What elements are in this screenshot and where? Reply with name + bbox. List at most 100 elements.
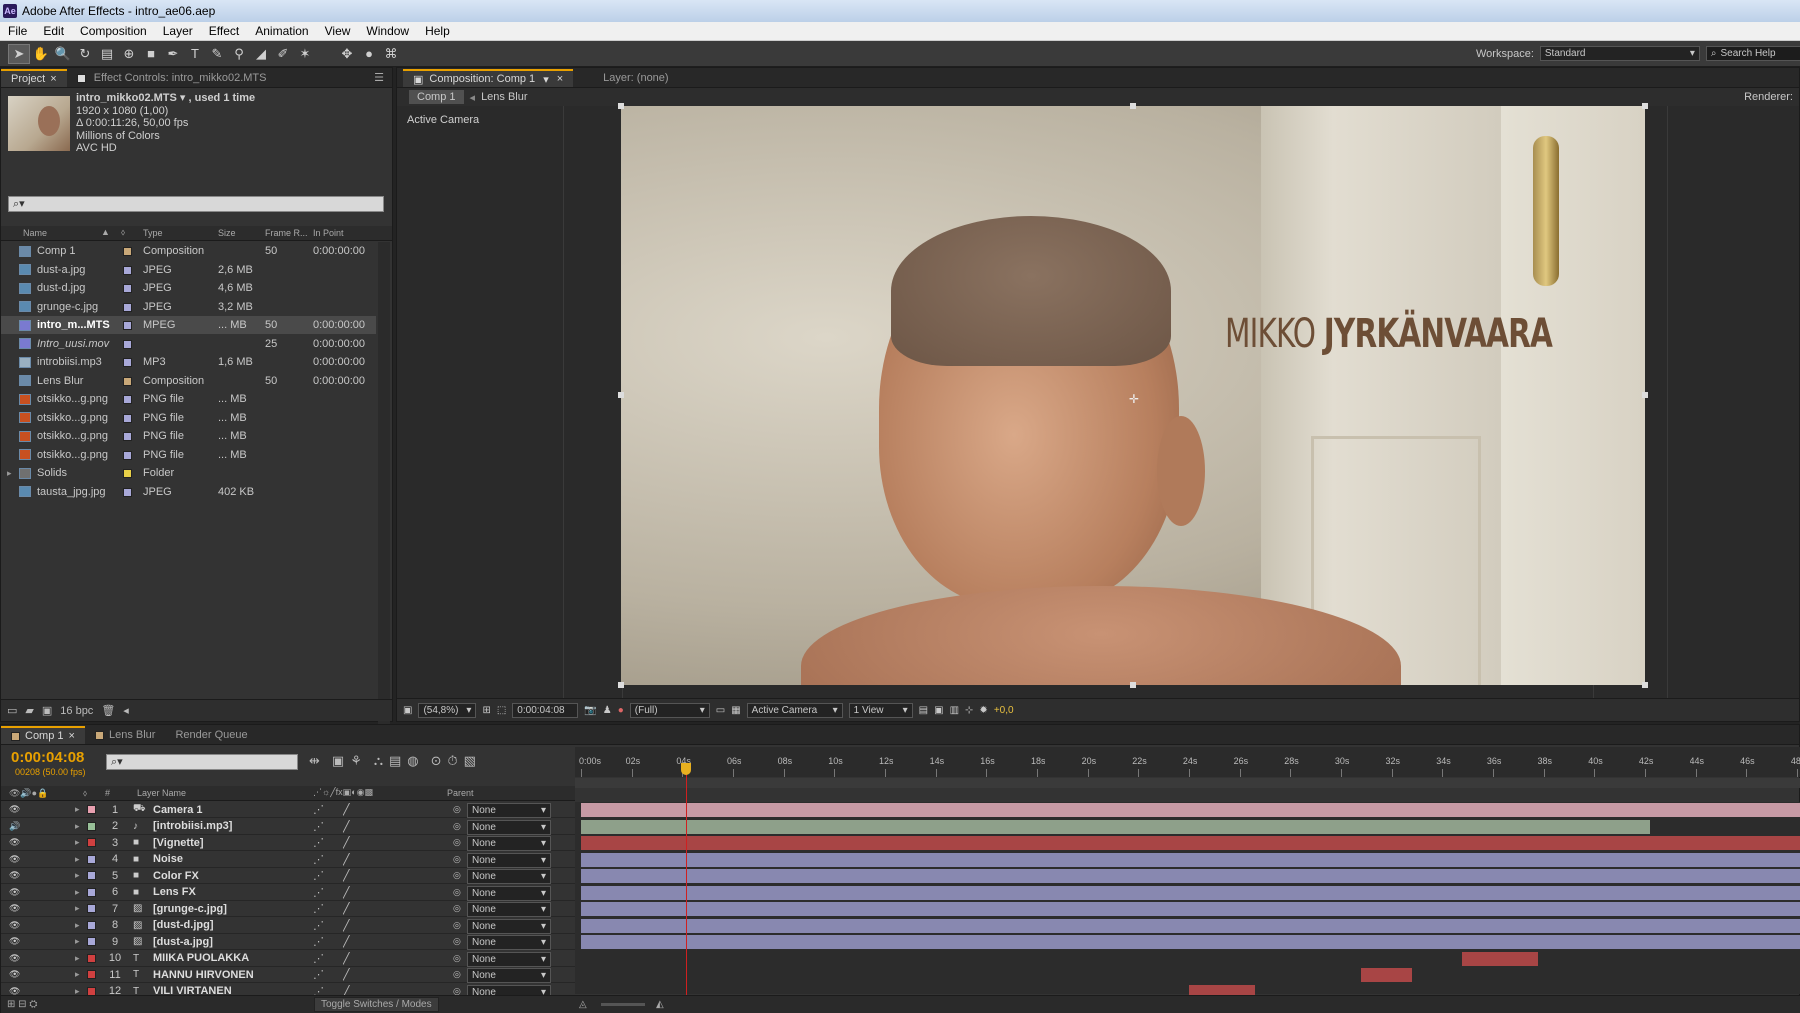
project-item[interactable]: grunge-c.jpg JPEG 3,2 MB [1,298,376,316]
flowchart-icon[interactable]: ⊹ [965,705,973,716]
breadcrumb-comp1[interactable]: Comp 1 [409,90,464,104]
new-comp-icon[interactable]: ▣ [42,704,52,717]
handle-br[interactable] [1642,682,1648,688]
layer-row[interactable]: 👁 ▸ 7 ▨ [grunge-c.jpg] ⋰ ╱ ◎ None ▾ [1,901,575,917]
project-item[interactable]: Lens Blur Composition 50 0:00:00:00 [1,372,376,390]
shy-switch-icon[interactable]: ⋰ [313,935,324,948]
layer-name[interactable]: [dust-a.jpg] [153,936,213,948]
col-in-point[interactable]: In Point [313,228,344,238]
interpret-footage-icon[interactable]: ▭ [7,704,17,717]
parent-select[interactable]: None ▾ [467,852,551,868]
layer-label-swatch[interactable] [87,937,96,946]
layer-name[interactable]: [grunge-c.jpg] [153,903,227,915]
project-item[interactable]: Intro_uusi.mov 25 0:00:00:00 [1,335,376,353]
region-of-interest-icon[interactable]: ▭ [716,705,725,716]
show-snapshot-icon[interactable]: ♟ [603,705,612,716]
pick-whip-icon[interactable]: ◎ [453,903,461,914]
label-swatch[interactable] [123,339,132,349]
pan-behind-tool-icon[interactable]: ⊕ [118,44,140,64]
layer-label-swatch[interactable] [87,953,96,963]
label-swatch[interactable] [123,450,132,460]
audio-toggle-icon[interactable]: 🔊 [9,821,20,832]
scroll-left-icon[interactable]: ◂ [123,704,129,717]
project-scrollbar[interactable] [378,242,390,762]
search-help-input[interactable]: ⌕ Search Help [1705,46,1800,61]
bpc-label[interactable]: 16 bpc [60,705,93,717]
label-swatch[interactable] [123,358,132,367]
layer-duration-bar[interactable] [581,869,1800,883]
quality-switch-icon[interactable]: ╱ [343,853,350,866]
pick-whip-icon[interactable]: ◎ [453,821,461,832]
lock-icon[interactable]: ▣ [413,73,423,86]
layer-name[interactable]: MIIKA PUOLAKKA [153,952,249,964]
handle-ml[interactable] [618,392,624,398]
project-item[interactable]: otsikko...g.png PNG file ... MB [1,390,376,408]
selection-tool-icon[interactable]: ➤ [8,43,30,64]
menu-view[interactable]: View [317,24,359,38]
exposure-value[interactable]: +0,0 [994,705,1014,716]
parent-select[interactable]: None ▾ [467,803,551,818]
puppet-tool-icon[interactable]: ✶ [294,44,316,64]
shy-switch-icon[interactable]: ⋰ [313,968,324,981]
camera-tool-icon[interactable]: ▤ [96,44,118,64]
col-parent[interactable]: Parent [447,788,474,798]
layer-name[interactable]: [introbiisi.mp3] [153,820,232,832]
col-name[interactable]: Name [23,228,47,238]
layer-name[interactable]: HANNU HIRVONEN [153,969,254,981]
axis-mode-icon[interactable]: ✥ [336,44,358,64]
handle-tl[interactable] [618,103,624,109]
resolution-select[interactable]: (Full) ▾ [629,702,710,718]
visibility-eye-icon[interactable]: 👁 [9,903,20,914]
view-layout-select[interactable]: 1 View ▾ [848,702,913,718]
quality-switch-icon[interactable]: ╱ [343,836,350,849]
project-item[interactable]: tausta_jpg.jpg JPEG 402 KB [1,483,376,501]
draft-3d-icon[interactable]: ▣ [332,753,344,769]
quality-switch-icon[interactable]: ╱ [343,935,350,948]
hand-tool-icon[interactable]: ✋ [30,44,52,64]
expand-triangle-icon[interactable]: ▸ [75,837,80,848]
zoom-out-icon[interactable]: ◬ [579,999,587,1010]
layer-name[interactable]: [Vignette] [153,837,204,849]
label-swatch[interactable] [123,302,132,312]
layer-row[interactable]: 👁 ▸ 10 T MIIKA PUOLAKKA ⋰ ╱ ◎ None ▾ [1,951,575,967]
pick-whip-icon[interactable]: ◎ [453,936,461,947]
quality-switch-icon[interactable]: ╱ [343,886,350,899]
layer-duration-bar[interactable] [581,935,1800,949]
clone-stamp-tool-icon[interactable]: ⚲ [228,44,250,64]
menu-file[interactable]: File [0,24,35,38]
exposure-reset-icon[interactable]: ✹ [979,705,987,716]
label-swatch[interactable] [123,321,132,330]
work-area-bar[interactable] [575,778,1800,788]
frame-blending-icon[interactable]: ⛬ [374,753,383,769]
col-size[interactable]: Size [218,228,236,238]
menu-help[interactable]: Help [417,24,458,38]
parent-select[interactable]: None ▾ [467,869,551,884]
roto-brush-tool-icon[interactable]: ✐ [272,44,294,64]
visibility-eye-icon[interactable]: 👁 [9,953,20,964]
tab-lens-blur[interactable]: Lens Blur [85,726,165,744]
layer-duration-bar[interactable] [581,852,1800,867]
tab-composition[interactable]: ▣ Composition: Comp 1 ▾ × [403,69,574,87]
pick-whip-icon[interactable]: ◎ [453,887,461,898]
close-icon[interactable]: × [69,730,75,742]
quality-switch-icon[interactable]: ╱ [343,869,350,882]
zoom-in-icon[interactable]: ◭ [656,999,664,1010]
rectangle-tool-icon[interactable]: ■ [140,44,162,64]
project-item[interactable]: introbiisi.mp3 MP3 1,6 MB 0:00:00:00 [1,353,376,371]
zoom-tool-icon[interactable]: 🔍 [52,44,74,64]
project-item[interactable]: ▸ Solids Folder [1,464,376,482]
auto-keyframe-icon[interactable]: ⏱ [448,753,458,769]
timeline-icon[interactable]: ▥ [950,705,959,716]
layer-name[interactable]: [dust-d.jpg] [153,919,213,931]
tab-effect-controls[interactable]: Effect Controls: intro_mikko02.MTS [67,69,277,87]
brainstorm-icon[interactable]: ◍ [407,753,418,769]
layer-tracks[interactable] [575,802,1800,999]
layer-row[interactable]: 👁 ▸ 8 ▨ [dust-d.jpg] ⋰ ╱ ◎ None ▾ [1,918,575,934]
layer-label-swatch[interactable] [87,970,96,979]
layer-duration-bar[interactable] [581,885,1800,900]
visibility-eye-icon[interactable]: 👁 [9,804,20,815]
quality-switch-icon[interactable]: ╱ [343,968,350,981]
parent-select[interactable]: None ▾ [467,885,551,901]
pick-whip-icon[interactable]: ◎ [453,837,461,848]
layer-duration-bar[interactable] [581,803,1800,817]
